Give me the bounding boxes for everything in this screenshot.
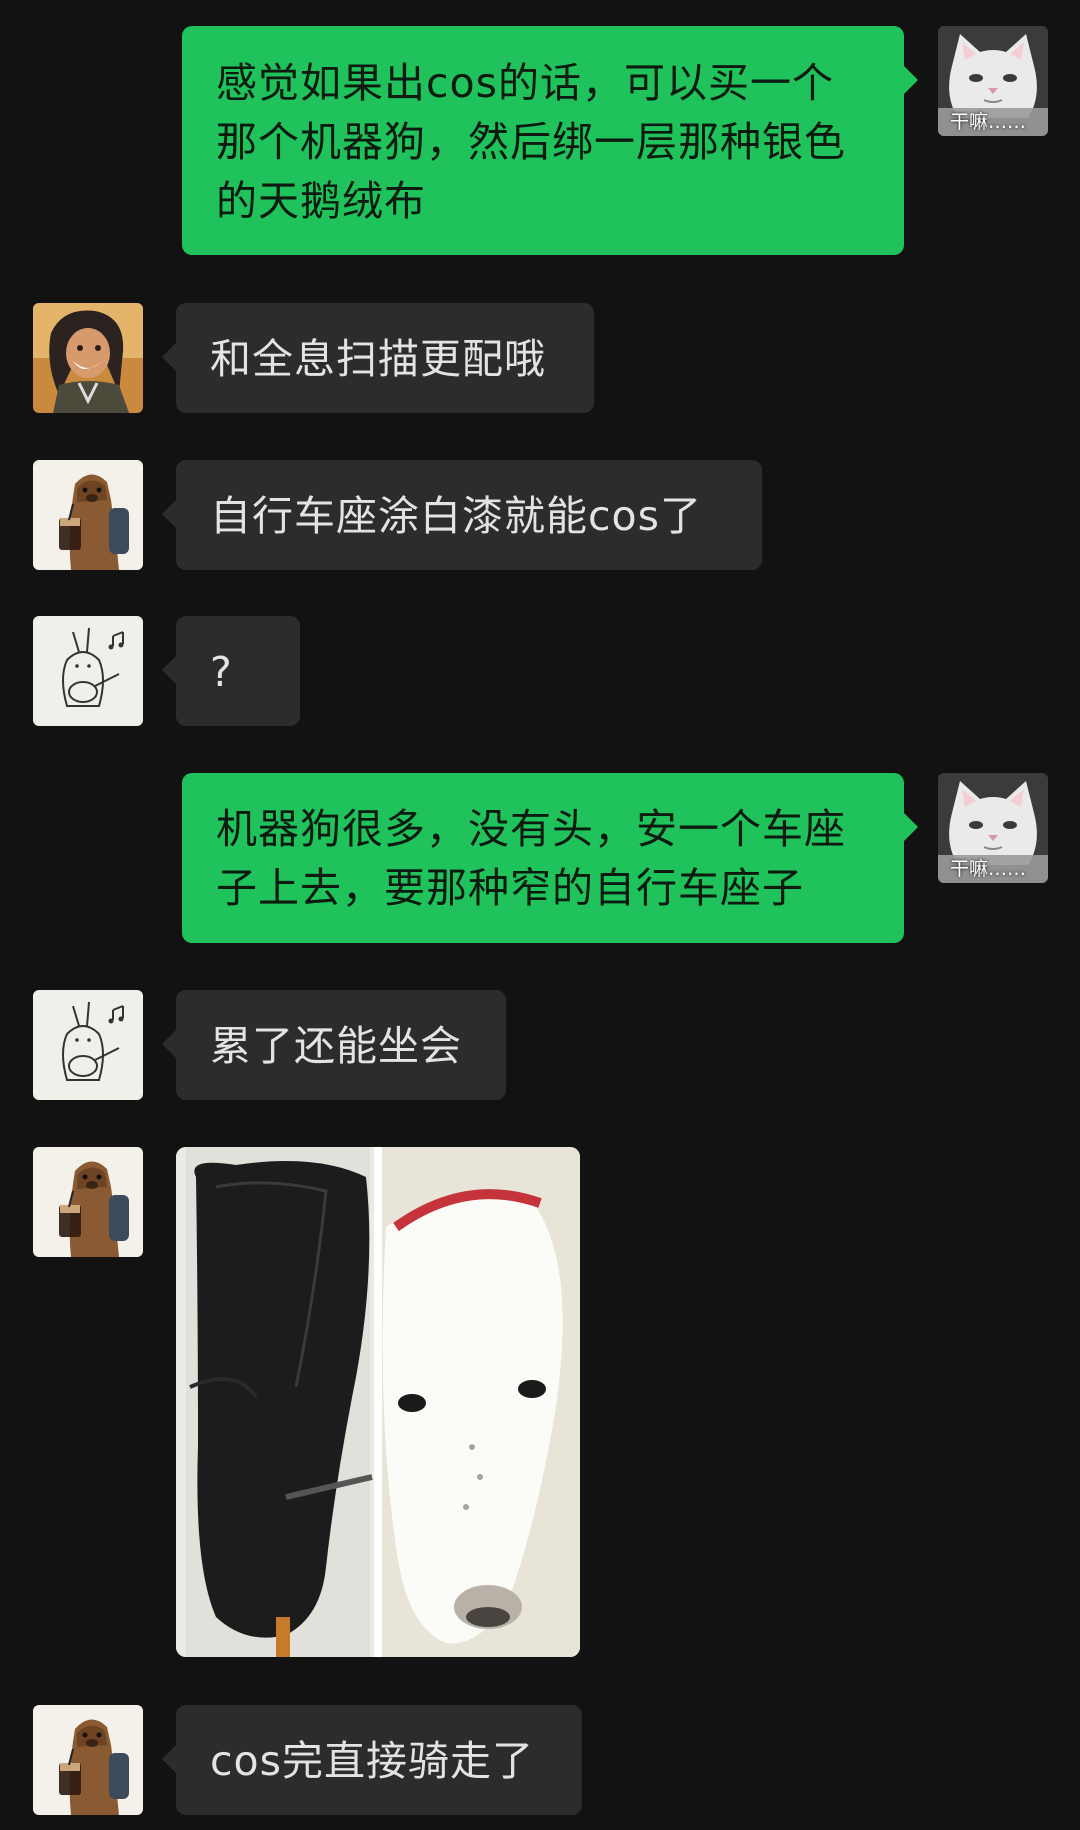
image-message[interactable] xyxy=(176,1147,580,1657)
incoming-message-bubble[interactable]: ? xyxy=(162,616,300,726)
otter-avatar[interactable] xyxy=(33,460,143,570)
otter-with-drink-icon xyxy=(33,1705,143,1815)
woman-portrait-icon xyxy=(33,303,143,413)
message-text: 感觉如果出cos的话，可以买一个那个机器狗，然后绑一层那种银色的天鹅绒布 xyxy=(216,59,846,225)
message-text: 机器狗很多，没有头，安一个车座子上去，要那种窄的自行车座子 xyxy=(216,805,846,912)
woman-avatar[interactable] xyxy=(33,303,143,413)
otter-avatar[interactable] xyxy=(33,1705,143,1815)
otter-with-drink-icon xyxy=(33,1147,143,1257)
outgoing-message-bubble[interactable]: 机器狗很多，没有头，安一个车座子上去，要那种窄的自行车座子 xyxy=(182,773,918,943)
message-text: cos完直接骑走了 xyxy=(210,1737,534,1785)
otter-avatar[interactable] xyxy=(33,1147,143,1257)
cat-avatar[interactable]: 干嘛…… xyxy=(938,773,1048,883)
message-text: 自行车座涂白漆就能cos了 xyxy=(210,492,702,540)
avatar-caption: 干嘛…… xyxy=(950,111,1027,133)
rabbit-avatar[interactable] xyxy=(33,616,143,726)
rabbit-guitar-sketch-icon xyxy=(33,990,143,1100)
rabbit-avatar[interactable] xyxy=(33,990,143,1100)
avatar-caption: 干嘛…… xyxy=(950,858,1027,880)
outgoing-message-bubble[interactable]: 感觉如果出cos的话，可以买一个那个机器狗，然后绑一层那种银色的天鹅绒布 xyxy=(182,26,918,255)
incoming-message-bubble[interactable]: 和全息扫描更配哦 xyxy=(162,303,594,413)
incoming-message-bubble[interactable]: 自行车座涂白漆就能cos了 xyxy=(162,460,762,570)
message-text: ? xyxy=(210,648,233,696)
message-text: 和全息扫描更配哦 xyxy=(210,335,546,383)
bike-seat-dog-photo xyxy=(176,1147,580,1657)
cat-avatar[interactable]: 干嘛…… xyxy=(938,26,1048,136)
message-text: 累了还能坐会 xyxy=(210,1022,462,1070)
incoming-message-bubble[interactable]: cos完直接骑走了 xyxy=(162,1705,582,1815)
otter-with-drink-icon xyxy=(33,460,143,570)
incoming-message-bubble[interactable]: 累了还能坐会 xyxy=(162,990,506,1100)
rabbit-guitar-sketch-icon xyxy=(33,616,143,726)
